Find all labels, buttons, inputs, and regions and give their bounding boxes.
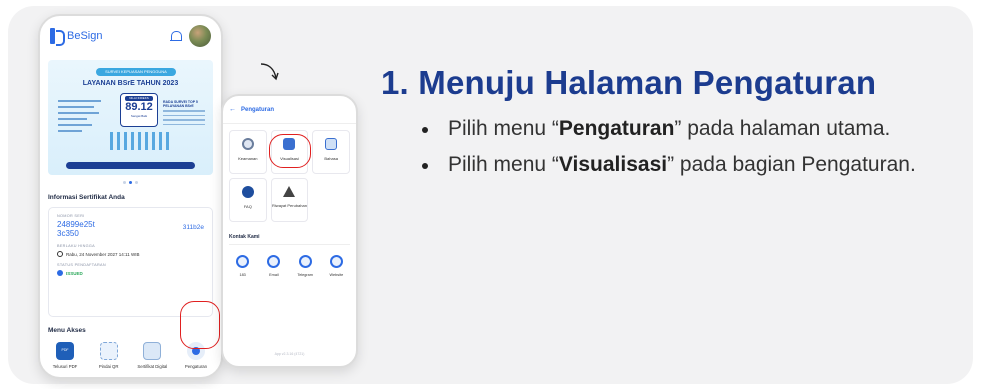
menu-item-pindai-qr[interactable]: Pindai QR: [90, 342, 128, 369]
certificate-icon: [143, 342, 162, 360]
step-text-post: ” pada halaman utama.: [674, 117, 891, 140]
curved-arrow-icon: [260, 63, 279, 81]
email-icon: [267, 255, 281, 268]
instruction-step-2: Pilih menu “Visualisasi” pada bagian Pen…: [416, 150, 936, 180]
contact-label: Email: [269, 273, 279, 277]
phone-home-screen: BeSign SURVEI KEPUASAN PENGGUNA LAYANAN …: [38, 14, 223, 379]
telegram-icon: [298, 255, 312, 268]
tile-label: FAQ: [243, 204, 252, 209]
app-logo: BeSign: [50, 28, 103, 46]
contact-label: Telegram: [297, 273, 313, 277]
phone-icon: [236, 255, 250, 268]
valid-until-value: Rabu, 24 November 2027 14:11 WIB: [66, 251, 140, 257]
besign-logo-icon: [50, 28, 65, 46]
step-heading: 1. Menuju Halaman Pengaturan: [381, 64, 877, 101]
contact-label: Website: [329, 273, 344, 277]
contact-item-183[interactable]: 183: [229, 255, 257, 277]
settings-header: ← Pengaturan: [223, 96, 356, 124]
contact-row: 183 Email Telegram Website: [223, 245, 356, 277]
status-badge: ISSUED: [66, 270, 83, 276]
settings-title: Pengaturan: [241, 106, 275, 113]
app-name: BeSign: [67, 30, 103, 42]
qr-scan-icon: [99, 342, 118, 360]
shield-icon: [241, 138, 254, 150]
app-header: BeSign: [40, 16, 221, 56]
certificate-card: NOMOR SERI 24899e25t 3c350 311b2e BERLAK…: [48, 207, 213, 317]
instruction-card: BeSign SURVEI KEPUASAN PENGGUNA LAYANAN …: [8, 6, 973, 384]
tile-faq[interactable]: FAQ: [229, 178, 267, 222]
banner-side-list: RADA SURVEI TOP 5 PELAYANAN BSrE: [163, 100, 205, 128]
step-text-bold: Pengaturan: [558, 117, 675, 140]
user-check-icon: [57, 270, 63, 276]
banner-score-badge: NILAI INDEKS 89.12 Sangat Baik: [120, 93, 158, 127]
serial-value-suffix: 311b2e: [182, 224, 204, 231]
clock-icon: [57, 251, 63, 257]
tile-label: Riwayat Perubahan: [272, 203, 307, 208]
step-text-post: ” pada bagian Pengaturan.: [667, 153, 916, 176]
menu-item-telusuri-pdf[interactable]: Telusuri PDF: [46, 342, 84, 369]
status-label: STATUS PENDAFTARAN: [57, 263, 106, 267]
tile-label: Keamanan: [238, 156, 258, 161]
globe-icon: [329, 255, 343, 268]
tile-bahasa[interactable]: Bahasa: [312, 130, 350, 174]
step-text-pre: Pilih menu “: [448, 117, 559, 140]
tile-riwayat-perubahan[interactable]: Riwayat Perubahan: [270, 178, 309, 222]
menu-item-label: Sertifikat Digital: [137, 364, 168, 369]
cert-section-title: Informasi Sertifikat Anda: [48, 194, 125, 201]
menu-item-label: Pindai QR: [98, 364, 119, 369]
faq-icon: [241, 186, 254, 198]
serial-value: 24899e25t 3c350: [57, 220, 95, 238]
contact-section-title: Kontak Kami: [229, 234, 260, 240]
back-arrow-icon[interactable]: ←: [229, 106, 236, 113]
phone-settings-screen: ← Pengaturan Keamanan Visualisasi Bahasa…: [221, 94, 358, 368]
warning-icon: [283, 186, 296, 197]
banner-people-graphic: [110, 132, 170, 150]
contact-label: 183: [239, 273, 246, 277]
highlight-circle-visualisasi: [269, 134, 311, 168]
language-icon: [325, 138, 338, 150]
banner-pill: SURVEI KEPUASAN PENGGUNA: [96, 68, 176, 76]
app-version: App v2.3.16 (4721): [274, 352, 305, 356]
tile-keamanan[interactable]: Keamanan: [229, 130, 267, 174]
tile-label: Bahasa: [324, 156, 338, 161]
menu-item-label: Pengaturan: [184, 364, 208, 369]
contact-item-telegram[interactable]: Telegram: [291, 255, 319, 277]
pdf-folder-icon: [56, 342, 74, 360]
step-text-bold: Visualisasi: [558, 153, 668, 176]
menu-item-sertifikat-digital[interactable]: Sertifikat Digital: [133, 342, 171, 369]
contact-item-website[interactable]: Website: [322, 255, 350, 277]
avatar[interactable]: [189, 25, 211, 47]
menu-item-label: Telusuri PDF: [52, 364, 78, 369]
step-text-pre: Pilih menu “: [448, 153, 559, 176]
instruction-list: Pilih menu “Pengaturan” pada halaman uta…: [416, 114, 936, 186]
serial-label: NOMOR SERI: [57, 214, 85, 218]
valid-until-label: BERLAKU HINGGA: [57, 244, 95, 248]
badge-value: 89.12: [125, 101, 153, 113]
carousel-dots[interactable]: [40, 181, 221, 184]
banner-bar-graphic: [58, 100, 106, 136]
contact-item-email[interactable]: Email: [260, 255, 288, 277]
banner-side-title: RADA SURVEI TOP 5 PELAYANAN BSrE: [163, 100, 198, 108]
instruction-step-1: Pilih menu “Pengaturan” pada halaman uta…: [416, 114, 936, 144]
bell-icon[interactable]: [170, 30, 182, 43]
banner-footer-bar: [66, 162, 195, 169]
banner-title: LAYANAN BSrE TAHUN 2023: [82, 80, 179, 87]
survey-banner[interactable]: SURVEI KEPUASAN PENGGUNA LAYANAN BSrE TA…: [48, 60, 213, 175]
tile-empty: [312, 178, 350, 222]
badge-sub: Sangat Baik: [130, 114, 148, 118]
highlight-circle-pengaturan: [180, 301, 220, 349]
